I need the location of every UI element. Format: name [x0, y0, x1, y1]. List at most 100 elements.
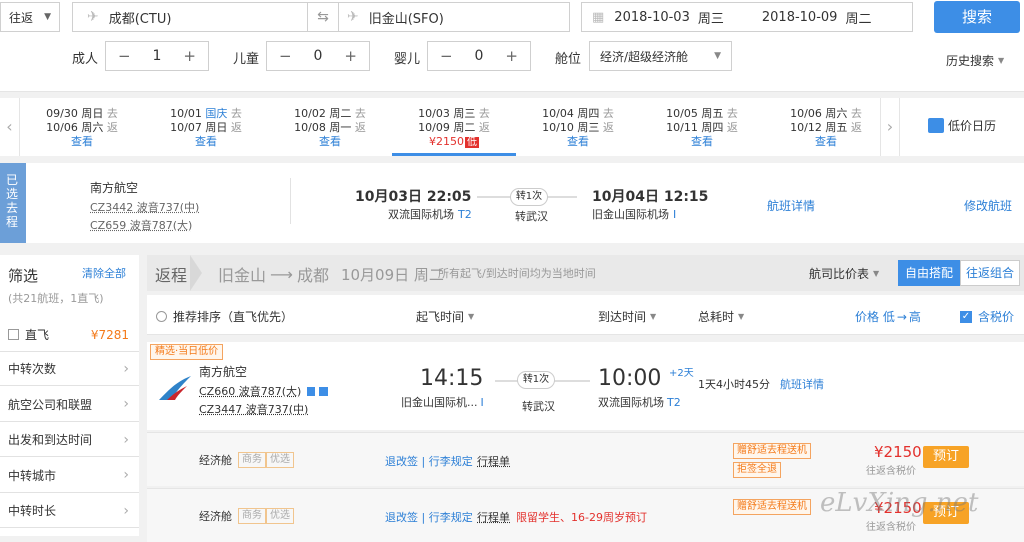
cabin-select[interactable]: 经济/超级经济舱 ▼ [589, 41, 732, 71]
round-trip-combo-tab[interactable]: 往返组合 [960, 260, 1020, 286]
clear-filters-link[interactable]: 清除全部 [82, 265, 126, 281]
arr-sort-label: 到达时间 [598, 310, 647, 324]
fare-badges: 赠舒适去程送机 拒签全退 [733, 443, 811, 478]
price-sort[interactable]: 价格 低 → 高 [855, 308, 921, 325]
date-option[interactable]: 10/01 国庆 去 10/07 周日 返 查看 [144, 98, 268, 156]
trip-type-value: 往返 [9, 10, 34, 25]
infant-stepper[interactable]: − 0 + [427, 41, 531, 71]
child-label: 儿童 [233, 52, 260, 67]
plus-icon[interactable]: + [344, 47, 357, 65]
fare-price-note: 往返含税价 [866, 466, 916, 477]
refund-baggage-links[interactable]: 退改签 | 行李规定 [385, 509, 473, 525]
depart-date: 10/03 [418, 107, 450, 120]
filter-group[interactable]: 航空公司和联盟 › [0, 387, 139, 422]
swap-cities-icon[interactable]: ⇆ [307, 2, 339, 32]
return-date: 10/09 [418, 121, 450, 134]
takeoff-icon: ✈ [87, 9, 99, 25]
airline-compare-link[interactable]: 航司比价表 ▼ [809, 265, 879, 282]
flight-detail-link[interactable]: 航班详情 [780, 376, 824, 392]
date-option[interactable]: 10/05 周五 去 10/11 周四 返 查看 [640, 98, 764, 156]
history-search-link[interactable]: 历史搜索 ▼ [946, 52, 1004, 69]
low-price-calendar-button[interactable]: 低价日历 [928, 117, 996, 134]
book-button[interactable]: 预订 [923, 446, 969, 468]
itinerary-label[interactable]: 行程单 [477, 509, 510, 525]
filter-group[interactable]: 出发和到达时间 › [0, 423, 139, 457]
return-label: 返 [478, 121, 490, 134]
view-price-link[interactable]: 查看 [319, 135, 341, 148]
selected-flight-detail-link[interactable]: 航班详情 [767, 197, 815, 214]
tax-included-toggle[interactable]: ✓ 含税价 [960, 308, 1014, 325]
watermark-logo: eLvXing.net [820, 488, 979, 518]
next-dates-icon[interactable]: › [880, 98, 900, 156]
date-option[interactable]: 10/02 周二 去 10/08 周一 返 查看 [268, 98, 392, 156]
view-price-link[interactable]: 查看 [815, 135, 837, 148]
infant-count: 0 [474, 48, 484, 64]
view-price-link[interactable]: 查看 [195, 135, 217, 148]
fare-price-note: 往返含税价 [866, 522, 916, 533]
return-label: 返程 [155, 266, 188, 285]
view-price-link[interactable]: 查看 [567, 135, 589, 148]
chevron-right-icon: › [123, 502, 129, 519]
direct-filter[interactable]: 直飞 ¥7281 [0, 318, 139, 352]
date-option[interactable]: 10/06 周六 去 10/12 周五 返 查看 [764, 98, 888, 156]
flight-number-2[interactable]: CZ3447 波音737(中) [199, 401, 308, 417]
cabin-class: 经济舱 [199, 510, 232, 523]
selected-flight-2[interactable]: CZ659 波音787(大) [90, 217, 192, 233]
filter-group[interactable]: 中转次数 › [0, 352, 139, 386]
recommend-sort[interactable]: 推荐排序（直飞优先） [156, 308, 293, 325]
child-count: 0 [313, 48, 323, 64]
plus-icon[interactable]: + [183, 47, 196, 65]
modify-flight-link[interactable]: 修改航班 [964, 197, 1012, 214]
return-label: 返 [602, 121, 614, 134]
minus-icon[interactable]: − [279, 47, 292, 65]
plus-icon[interactable]: + [505, 47, 518, 65]
return-weekday: 周日 [205, 121, 228, 134]
view-price-link[interactable]: 查看 [71, 135, 93, 148]
free-combo-tab[interactable]: 自由搭配 [898, 260, 960, 286]
date-range-input[interactable]: ▦ 2018-10-03 周三 2018-10-09 周二 [581, 2, 913, 32]
flight-arr-airport: 双流国际机场 T2 [598, 394, 681, 410]
radio-icon[interactable] [156, 311, 167, 322]
minus-icon[interactable]: − [118, 47, 131, 65]
search-button[interactable]: 搜索 [934, 1, 1020, 33]
filter-summary: (共21航班，1直飞) [8, 292, 104, 305]
from-city-value: 成都(CTU) [108, 11, 172, 27]
flight-duration: 1天4小时45分 [698, 378, 770, 391]
refund-baggage-links[interactable]: 退改签 | 行李规定 [385, 453, 473, 469]
dur-sort-label: 总耗时 [698, 310, 735, 324]
duration-sort[interactable]: 总耗时 ▼ [698, 308, 744, 325]
depart-date: 09/30 [46, 107, 78, 120]
date-option[interactable]: 09/30 周日 去 10/06 周六 返 查看 [20, 98, 144, 156]
checkbox-checked-icon[interactable]: ✓ [960, 310, 972, 323]
child-stepper[interactable]: − 0 + [266, 41, 370, 71]
filter-group[interactable]: 中转时长 › [0, 494, 139, 528]
dep-terminal: I [480, 395, 484, 409]
return-weekday: 周四 [701, 121, 724, 134]
depart-date: 10/04 [542, 107, 574, 120]
filter-group[interactable]: 中转城市 › [0, 458, 139, 493]
direct-label: 直飞 [25, 328, 50, 342]
arr-time-sort[interactable]: 到达时间 ▼ [598, 308, 656, 325]
return-date: 10/07 [170, 121, 202, 134]
date-option[interactable]: 10/04 周四 去 10/10 周三 返 查看 [516, 98, 640, 156]
flight-number-1[interactable]: CZ660 波音787(大) [199, 383, 329, 399]
selected-via: 转武汉 [515, 210, 548, 223]
filter-title: 筛选 [8, 267, 39, 285]
date-option[interactable]: 10/03 周三 去 10/09 周二 返 ¥2150 低 [392, 98, 516, 156]
to-city-input[interactable]: ✈ 旧金山(SFO) [338, 2, 570, 32]
prev-dates-icon[interactable]: ‹ [0, 98, 20, 156]
depart-date: 10/01 [170, 107, 202, 120]
selected-outbound-tag: 已选去程 [0, 163, 26, 243]
checkbox-icon[interactable] [8, 329, 19, 340]
minus-icon[interactable]: − [440, 47, 453, 65]
selected-flight-1[interactable]: CZ3442 波音737(中) [90, 199, 199, 215]
dep-time-sort[interactable]: 起飞时间 ▼ [416, 308, 474, 325]
return-label: 返 [850, 121, 862, 134]
view-price-link[interactable]: 查看 [691, 135, 713, 148]
infant-label: 婴儿 [394, 52, 421, 67]
from-city-input[interactable]: ✈ 成都(CTU) [72, 2, 308, 32]
itinerary-label[interactable]: 行程单 [477, 453, 510, 469]
chevron-down-icon: ▼ [44, 12, 51, 22]
adult-stepper[interactable]: − 1 + [105, 41, 209, 71]
trip-type-select[interactable]: 往返 ▼ [0, 2, 60, 32]
